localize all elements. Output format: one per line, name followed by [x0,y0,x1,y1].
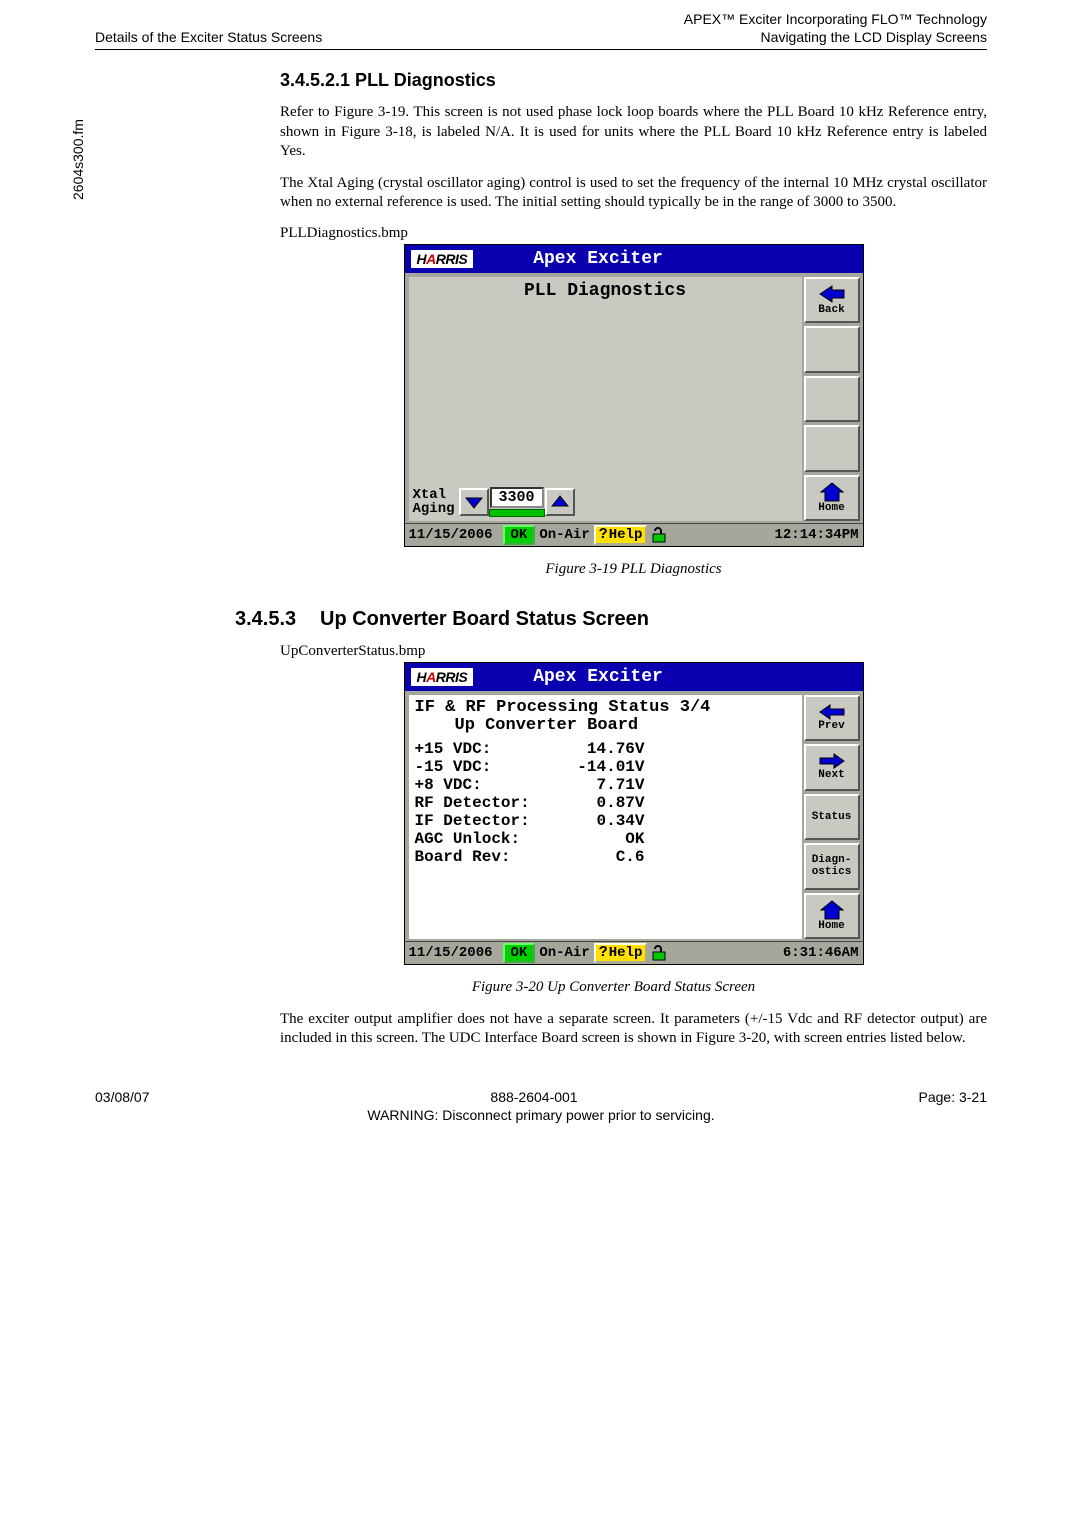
status-value: 14.76V [555,740,645,758]
side-button-empty-3[interactable] [804,425,860,471]
lcd-screenshot-pll: HARRIS Apex Exciter PLL Diagnostics Xtal… [404,244,864,547]
arrow-up-icon [551,494,569,510]
status-value: 7.71V [555,776,645,794]
status-label: +15 VDC: [415,740,555,758]
harris-logo: HARRIS [411,250,474,268]
status-value: C.6 [555,848,645,866]
arrow-down-icon [465,494,483,510]
harris-logo: HARRIS [411,668,474,686]
prev-button[interactable]: Prev [804,695,860,741]
arrow-right-icon [818,753,846,769]
lock-indicator [647,527,669,543]
footer-docnum: 888-2604-001 [490,1089,577,1105]
page-footer: 03/08/07 888-2604-001 Page: 3-21 WARNING… [95,1089,987,1123]
lcd-app-title: Apex Exciter [533,249,663,269]
lcd-screen-title-line2: Up Converter Board [409,716,802,736]
status-rows: +15 VDC:14.76V-15 VDC:-14.01V+8 VDC:7.71… [409,736,802,866]
help-button[interactable]: ?Help [594,943,648,963]
lcd-main-area: PLL Diagnostics Xtal Aging 3300 [409,277,802,521]
status-ok-indicator: OK [503,525,536,545]
side-button-empty-1[interactable] [804,326,860,372]
status-row: -15 VDC:-14.01V [415,758,802,776]
footer-warning: WARNING: Disconnect primary power prior … [95,1107,987,1123]
help-button[interactable]: ?Help [594,525,648,545]
lcd-titlebar: HARRIS Apex Exciter [405,663,863,691]
header-right-1: APEX™ Exciter Incorporating FLO™ Technol… [684,10,987,28]
status-label: -15 VDC: [415,758,555,776]
xtal-label-1: Xtal [413,488,455,502]
home-button[interactable]: Home [804,893,860,939]
status-time: 6:31:46AM [781,945,861,961]
page-header: Details of the Exciter Status Screens AP… [95,10,987,50]
status-row: Board Rev:C.6 [415,848,802,866]
section-heading-pll: 3.4.5.2.1 PLL Diagnostics [280,70,987,91]
status-onair: On-Air [535,527,593,543]
status-label: IF Detector: [415,812,555,830]
lcd-screen-title: PLL Diagnostics [409,277,802,301]
status-value: OK [555,830,645,848]
unlock-icon [649,945,667,961]
side-button-empty-2[interactable] [804,376,860,422]
source-filename: 2604s300.fm [70,119,86,200]
arrow-left-icon [818,284,846,304]
bmp-filename-2: UpConverterStatus.bmp [280,643,987,660]
status-value: 0.34V [555,812,645,830]
lcd-titlebar: HARRIS Apex Exciter [405,245,863,273]
status-date: 11/15/2006 [407,527,503,543]
lcd-status-bar: 11/15/2006 OK On-Air ?Help 6:31:46AM [405,941,863,964]
lcd-screen-title-line1: IF & RF Processing Status 3/4 [409,695,802,716]
question-icon: ? [599,945,608,961]
status-value: -14.01V [555,758,645,776]
lcd-status-bar: 11/15/2006 OK On-Air ?Help 12:14:34PM [405,523,863,546]
status-row: AGC Unlock:OK [415,830,802,848]
question-icon: ? [599,527,608,543]
footer-date: 03/08/07 [95,1089,150,1105]
status-row: +15 VDC:14.76V [415,740,802,758]
diagnostics-button[interactable]: Diagn- ostics [804,843,860,889]
lcd-app-title: Apex Exciter [533,667,663,687]
footer-page: Page: 3-21 [919,1089,988,1105]
status-row: +8 VDC:7.71V [415,776,802,794]
status-time: 12:14:34PM [772,527,860,543]
figure-caption-20: Figure 3-20 Up Converter Board Status Sc… [240,979,987,996]
para-upconv: The exciter output amplifier does not ha… [280,1010,987,1049]
status-date: 11/15/2006 [407,945,503,961]
status-row: RF Detector:0.87V [415,794,802,812]
status-button[interactable]: Status [804,794,860,840]
next-button[interactable]: Next [804,744,860,790]
header-left: Details of the Exciter Status Screens [95,28,322,46]
xtal-increment-button[interactable] [545,488,575,516]
status-value: 0.87V [555,794,645,812]
xtal-value[interactable]: 3300 [490,487,544,508]
para-pll-2: The Xtal Aging (crystal oscillator aging… [280,174,987,213]
status-label: AGC Unlock: [415,830,555,848]
unlock-icon [649,527,667,543]
status-row: IF Detector:0.34V [415,812,802,830]
status-label: Board Rev: [415,848,555,866]
xtal-label-2: Aging [413,502,455,516]
xtal-decrement-button[interactable] [459,488,489,516]
xtal-aging-control: Xtal Aging 3300 [413,487,575,517]
status-label: RF Detector: [415,794,555,812]
arrow-left-icon [818,704,846,720]
home-icon [819,482,845,502]
lcd-main-area: IF & RF Processing Status 3/4 Up Convert… [409,695,802,939]
status-onair: On-Air [535,945,593,961]
xtal-slider-bar[interactable] [489,509,545,517]
header-right-2: Navigating the LCD Display Screens [684,28,987,46]
home-button[interactable]: Home [804,475,860,521]
status-ok-indicator: OK [503,943,536,963]
figure-caption-19: Figure 3-19 PLL Diagnostics [280,561,987,578]
bmp-filename-1: PLLDiagnostics.bmp [280,225,987,242]
home-icon [819,900,845,920]
lock-indicator [647,945,669,961]
status-label: +8 VDC: [415,776,555,794]
lcd-screenshot-upconv: HARRIS Apex Exciter IF & RF Processing S… [404,662,864,965]
section-heading-upconv: 3.4.5.3Up Converter Board Status Screen [235,608,987,631]
back-button[interactable]: Back [804,277,860,323]
para-pll-1: Refer to Figure 3-19. This screen is not… [280,103,987,162]
